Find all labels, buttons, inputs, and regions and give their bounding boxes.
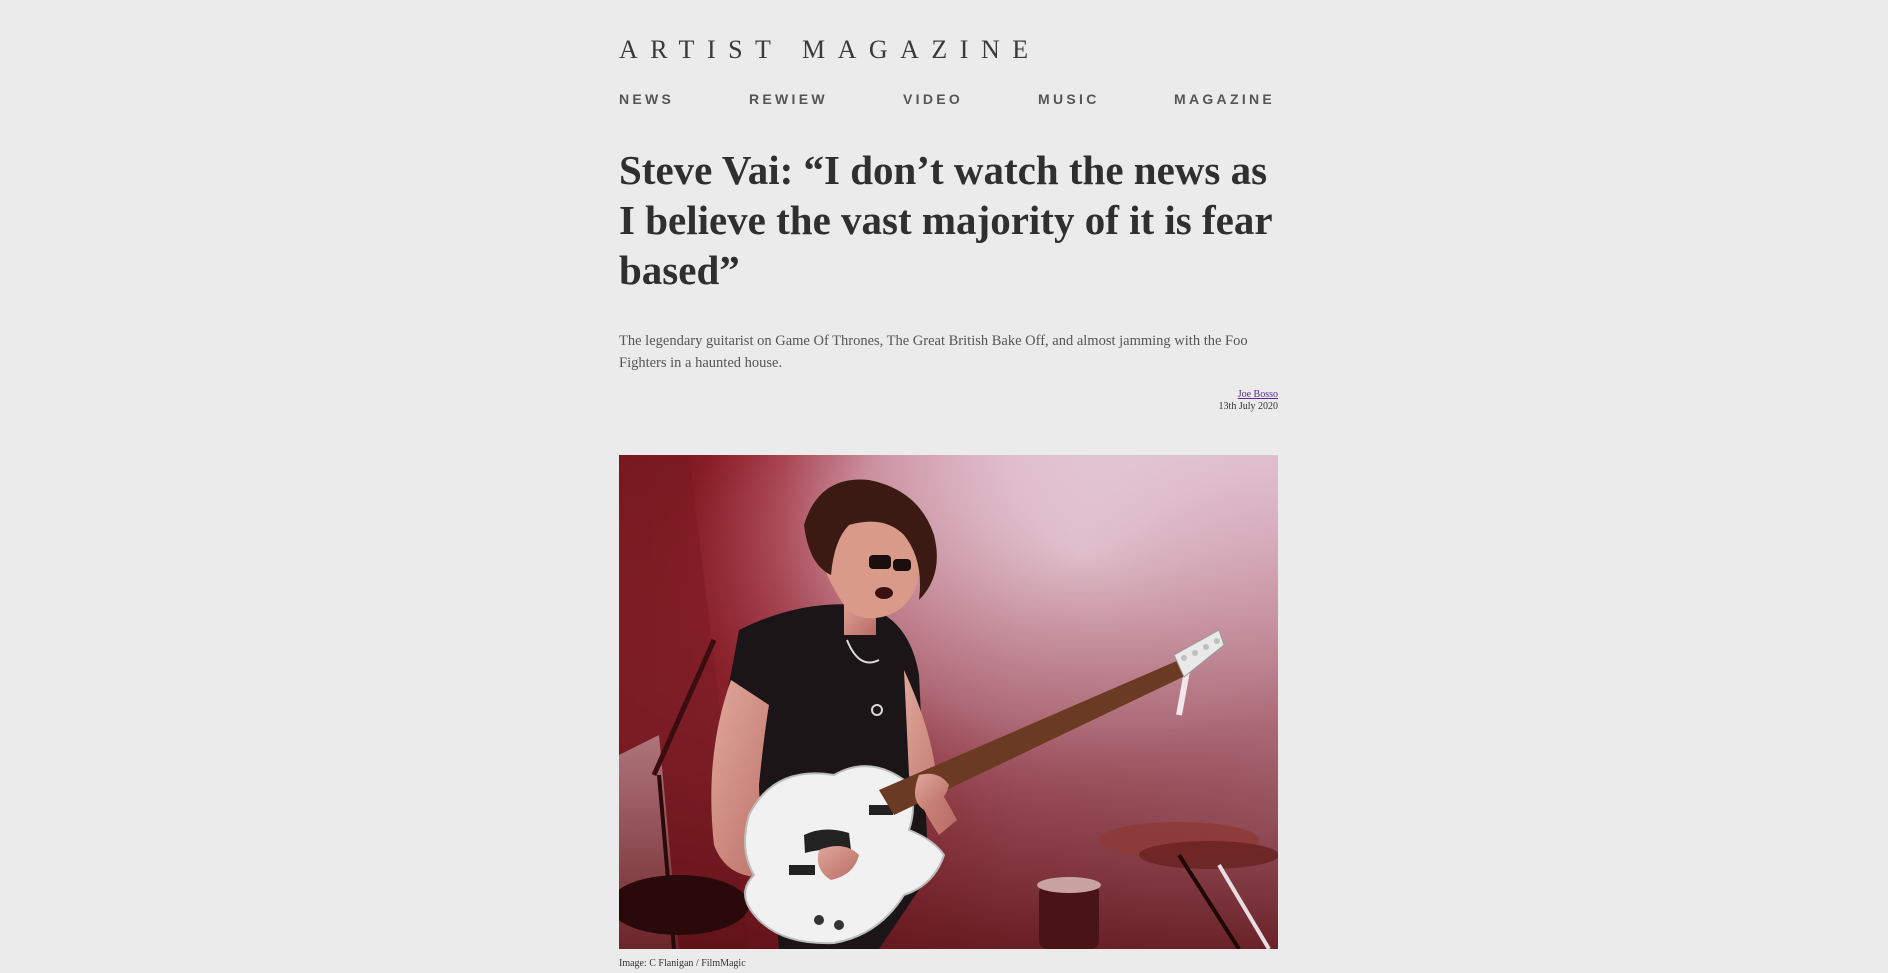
hero-image <box>619 455 1278 949</box>
article-standfirst: The legendary guitarist on Game Of Thron… <box>619 333 1248 371</box>
nav-item-video[interactable]: VIDEO <box>903 90 963 108</box>
article-byline: Joe Bosso 13th July 2020 <box>1219 389 1278 413</box>
nav-item-review[interactable]: REWIEW <box>749 90 828 108</box>
nav-item-news[interactable]: NEWS <box>619 90 674 108</box>
image-caption: Image: C Flanigan / FilmMagic <box>619 958 746 969</box>
guitarist-on-stage-photo <box>619 455 1278 949</box>
author-link[interactable]: Joe Bosso <box>1238 389 1278 400</box>
publish-date: 13th July 2020 <box>1218 401 1278 412</box>
article-headline: Steve Vai: “I don’t watch the news as I … <box>619 147 1272 293</box>
site-title[interactable]: ARTIST MAGAZINE <box>619 34 1041 66</box>
main-nav: NEWS REWIEW VIDEO MUSIC MAGAZINE <box>619 90 1278 110</box>
nav-item-magazine[interactable]: MAGAZINE <box>1174 90 1275 108</box>
nav-item-music[interactable]: MUSIC <box>1038 90 1100 108</box>
